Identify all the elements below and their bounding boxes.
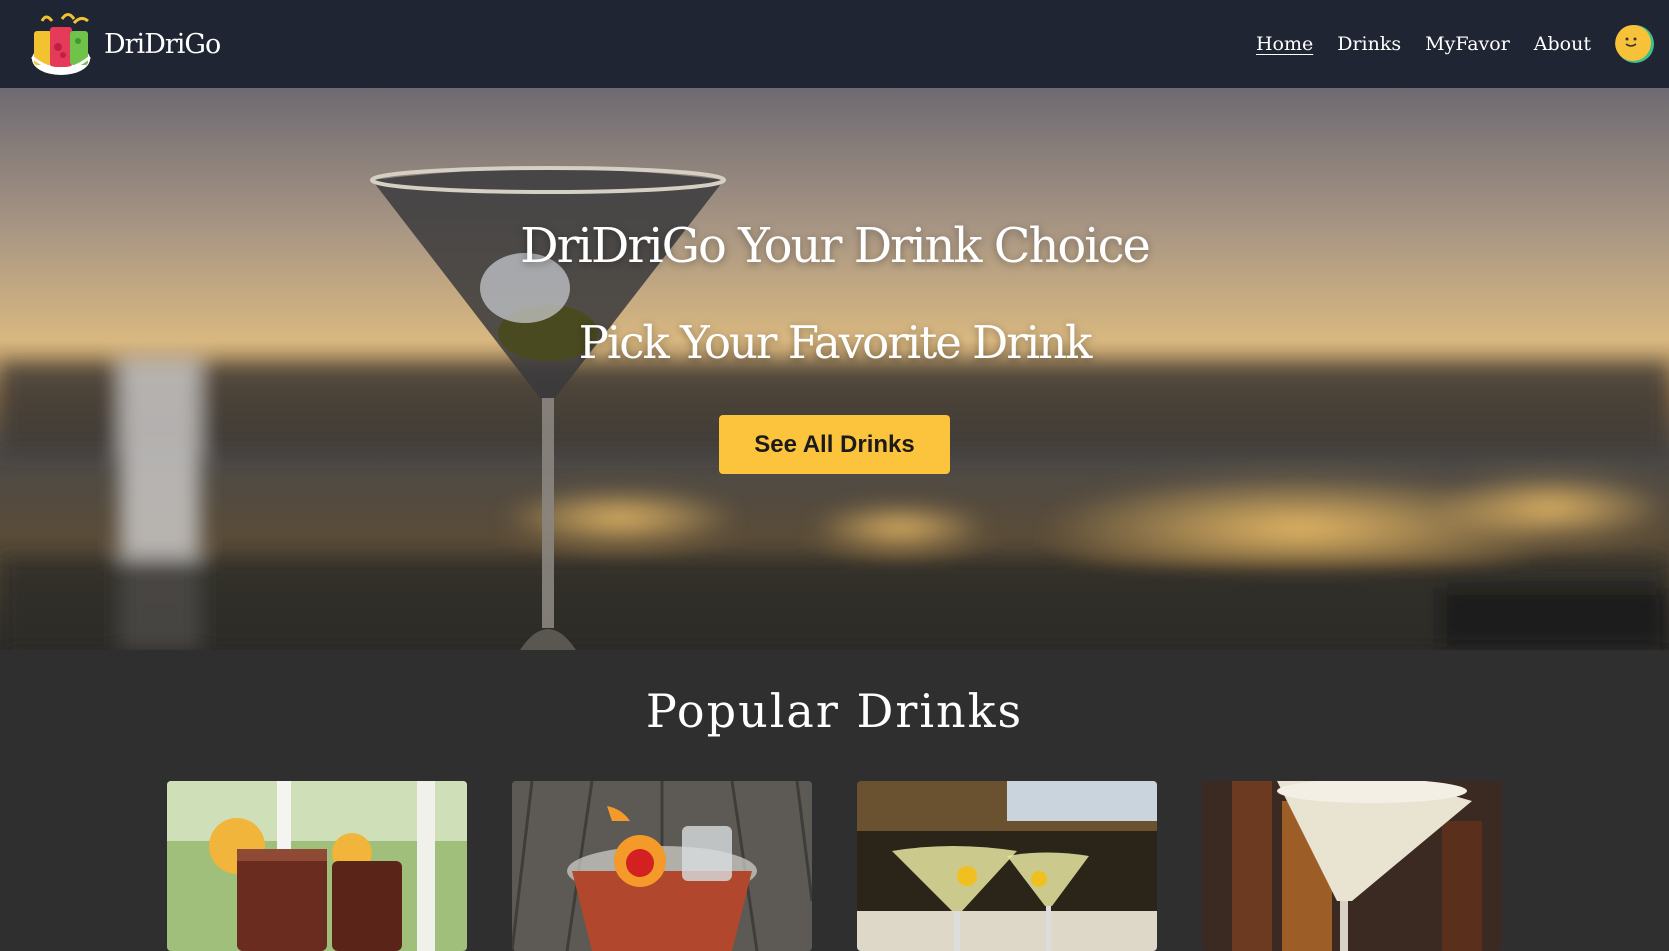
white-cocktail-martini-glass-photo: [1202, 781, 1502, 951]
brand[interactable]: DriDriGo: [28, 11, 221, 77]
drink-card[interactable]: [512, 781, 812, 951]
top-navbar: DriDriGo Home Drinks MyFavor About: [0, 0, 1669, 88]
hero-subtitle: Pick Your Favorite Drink: [578, 316, 1093, 369]
hero-banner: DriDriGo Your Drink Choice Pick Your Fav…: [0, 88, 1669, 650]
popular-drinks-section: Popular Drinks: [0, 650, 1669, 951]
smiley-avatar-icon[interactable]: [1615, 24, 1655, 64]
nav-home-link[interactable]: Home: [1256, 33, 1313, 55]
nav-about-link[interactable]: About: [1534, 33, 1591, 55]
hero-title: DriDriGo Your Drink Choice: [520, 218, 1151, 274]
see-all-drinks-button[interactable]: See All Drinks: [719, 415, 950, 474]
negroni-with-orange-cherry-photo: [512, 781, 812, 951]
nav-drinks-link[interactable]: Drinks: [1337, 33, 1401, 55]
brand-name: DriDriGo: [104, 28, 221, 60]
drink-cups-logo-icon: [31, 13, 91, 75]
iced-tea-glasses-with-lemon-photo: [167, 781, 467, 951]
hero-content: DriDriGo Your Drink Choice Pick Your Fav…: [0, 88, 1669, 650]
drink-cards: [0, 781, 1669, 951]
main-nav: Home Drinks MyFavor About: [1256, 24, 1655, 64]
section-title: Popular Drinks: [645, 684, 1024, 738]
drink-card[interactable]: [167, 781, 467, 951]
drink-card[interactable]: [857, 781, 1157, 951]
nav-myfavor-link[interactable]: MyFavor: [1425, 33, 1510, 55]
two-martinis-with-lemon-twist-photo: [857, 781, 1157, 951]
drink-card[interactable]: [1202, 781, 1502, 951]
